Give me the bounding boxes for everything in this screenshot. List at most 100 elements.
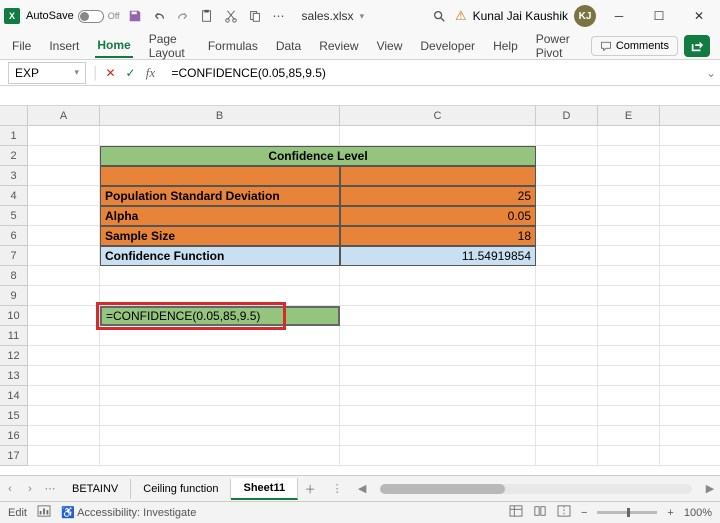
cell-blank[interactable] <box>28 186 100 206</box>
cell-blank[interactable] <box>536 146 598 166</box>
close-button[interactable]: ✕ <box>682 2 716 30</box>
more-icon[interactable]: ⋯ <box>270 7 288 25</box>
name-box[interactable]: EXP▾ <box>8 62 86 84</box>
tab-view[interactable]: View <box>375 35 405 57</box>
cell-blank[interactable] <box>536 246 598 266</box>
col-head-D[interactable]: D <box>536 106 598 126</box>
cell-blank[interactable] <box>660 366 720 386</box>
row-head-3[interactable]: 3 <box>0 166 28 186</box>
tab-power-pivot[interactable]: Power Pivot <box>534 28 577 64</box>
cell-blank[interactable] <box>536 446 598 466</box>
formula-input[interactable] <box>166 62 703 84</box>
cell-blank[interactable] <box>598 226 660 246</box>
cell-blank[interactable] <box>100 426 340 446</box>
cell-blank[interactable] <box>28 346 100 366</box>
cell-blank[interactable] <box>28 146 100 166</box>
cell-blank[interactable] <box>340 386 536 406</box>
cell-blank[interactable] <box>598 326 660 346</box>
cell-blank[interactable] <box>660 146 720 166</box>
cell-blank[interactable] <box>28 366 100 386</box>
paste-icon[interactable] <box>198 7 216 25</box>
row-head-10[interactable]: 10 <box>0 306 28 326</box>
sheet-tab-sheet11[interactable]: Sheet11 <box>231 478 298 500</box>
row-head-12[interactable]: 12 <box>0 346 28 366</box>
maximize-button[interactable]: ☐ <box>642 2 676 30</box>
cell-blank[interactable] <box>28 406 100 426</box>
cell-blank[interactable] <box>598 426 660 446</box>
cell-blank[interactable] <box>536 126 598 146</box>
sheet-prev-icon[interactable]: ‹ <box>0 483 20 495</box>
cell-blank[interactable] <box>660 166 720 186</box>
cell-blank[interactable] <box>536 426 598 446</box>
cell-blank[interactable] <box>536 266 598 286</box>
cancel-formula-icon[interactable]: ✕ <box>102 64 120 82</box>
cell-b7-label[interactable]: Confidence Function <box>100 246 340 266</box>
save-icon[interactable] <box>126 7 144 25</box>
cell-blank[interactable] <box>660 206 720 226</box>
accessibility-status[interactable]: ♿ Accessibility: Investigate <box>61 506 196 519</box>
cell-blank[interactable] <box>100 346 340 366</box>
cell-c7-value[interactable]: 11.54919854 <box>340 246 536 266</box>
cell-c5-value[interactable]: 0.05 <box>340 206 536 226</box>
autosave-toggle[interactable]: AutoSave Off <box>26 10 120 23</box>
cell-blank[interactable] <box>340 286 536 306</box>
cell-c4-value[interactable]: 25 <box>340 186 536 206</box>
tab-file[interactable]: File <box>10 35 33 57</box>
scroll-left-icon[interactable]: ◀ <box>352 482 372 495</box>
cell-blank[interactable] <box>340 426 536 446</box>
cell-title[interactable]: Confidence Level <box>100 146 536 166</box>
spreadsheet-grid[interactable]: ABCDE 1234567891011121314151617 Confiden… <box>0 106 720 475</box>
row-head-4[interactable]: 4 <box>0 186 28 206</box>
expand-formula-bar-icon[interactable]: ⌄ <box>702 66 720 80</box>
cell-blank[interactable] <box>28 226 100 246</box>
cell-blank[interactable] <box>660 186 720 206</box>
zoom-level[interactable]: 100% <box>684 507 712 519</box>
cell-blank[interactable] <box>598 246 660 266</box>
tab-home[interactable]: Home <box>95 34 132 58</box>
col-head-B[interactable]: B <box>100 106 340 126</box>
cell-blank[interactable] <box>536 366 598 386</box>
cell-blank[interactable] <box>28 446 100 466</box>
cell-blank[interactable] <box>598 166 660 186</box>
share-button[interactable] <box>684 35 710 57</box>
tab-insert[interactable]: Insert <box>47 35 81 57</box>
cell-blank[interactable] <box>28 426 100 446</box>
fx-icon[interactable]: fx <box>142 64 160 82</box>
cell-blank[interactable] <box>660 346 720 366</box>
cell-blank[interactable] <box>100 366 340 386</box>
cell-blank[interactable] <box>536 306 598 326</box>
cell-blank[interactable] <box>660 446 720 466</box>
user-account[interactable]: Kunal Jai Kaushik KJ <box>473 5 596 27</box>
cell-blank[interactable] <box>660 426 720 446</box>
tab-review[interactable]: Review <box>317 35 360 57</box>
cell-blank[interactable] <box>536 186 598 206</box>
tab-data[interactable]: Data <box>274 35 303 57</box>
cell-blank[interactable] <box>660 406 720 426</box>
cell-blank[interactable] <box>536 226 598 246</box>
cell-blank[interactable] <box>340 326 536 346</box>
cut-icon[interactable] <box>222 7 240 25</box>
add-sheet-button[interactable]: ＋ <box>298 481 322 497</box>
cell-b6-label[interactable]: Sample Size <box>100 226 340 246</box>
cell-blank[interactable] <box>598 146 660 166</box>
view-normal-icon[interactable] <box>509 505 523 520</box>
cell-blank[interactable] <box>100 126 340 146</box>
cell-blank[interactable] <box>100 266 340 286</box>
zoom-out-button[interactable]: − <box>581 507 587 519</box>
cell-blank[interactable] <box>340 126 536 146</box>
confirm-formula-icon[interactable]: ✓ <box>122 64 140 82</box>
tab-help[interactable]: Help <box>491 35 520 57</box>
cell-blank[interactable] <box>28 246 100 266</box>
scroll-right-icon[interactable]: ▶ <box>700 482 720 495</box>
cell-blank[interactable] <box>598 186 660 206</box>
row-head-14[interactable]: 14 <box>0 386 28 406</box>
cell-blank[interactable] <box>660 226 720 246</box>
row-head-16[interactable]: 16 <box>0 426 28 446</box>
cell-c6-value[interactable]: 18 <box>340 226 536 246</box>
cell-blank[interactable] <box>660 306 720 326</box>
cell-blank[interactable] <box>340 306 536 326</box>
cell-blank[interactable] <box>100 386 340 406</box>
row-head-6[interactable]: 6 <box>0 226 28 246</box>
copy-icon[interactable] <box>246 7 264 25</box>
horizontal-scrollbar[interactable] <box>372 484 700 494</box>
